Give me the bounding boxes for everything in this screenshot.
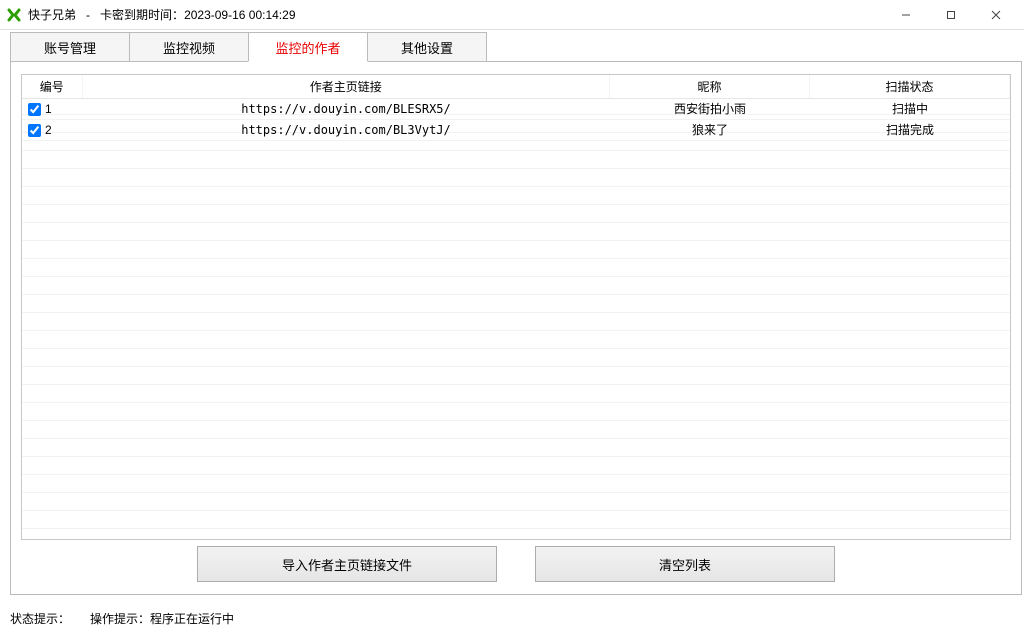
table-row[interactable]: 2https://v.douyin.com/BL3VytJ/狼来了扫描完成 (22, 120, 1010, 141)
status-hint-label: 操作提示： (90, 610, 150, 627)
status-hint-text: 程序正在运行中 (150, 610, 234, 627)
tab-monitor-video[interactable]: 监控视频 (129, 32, 249, 62)
table-stripes (22, 97, 1010, 539)
cell-url[interactable]: https://v.douyin.com/BLESRX5/ (82, 99, 610, 120)
cell-nickname[interactable]: 狼来了 (610, 120, 810, 141)
col-status-header[interactable]: 扫描状态 (810, 75, 1010, 99)
tab-panel: 编号 作者主页链接 昵称 扫描状态 1https://v.douyin.com/… (10, 61, 1022, 595)
button-row: 导入作者主页链接文件 清空列表 (21, 546, 1011, 586)
app-icon (6, 7, 22, 23)
row-checkbox[interactable] (28, 124, 41, 137)
clear-list-button[interactable]: 清空列表 (535, 546, 835, 582)
col-index-header[interactable]: 编号 (22, 75, 82, 99)
col-url-header[interactable]: 作者主页链接 (82, 75, 610, 99)
cell-url[interactable]: https://v.douyin.com/BL3VytJ/ (82, 120, 610, 141)
table-row[interactable]: 1https://v.douyin.com/BLESRX5/西安街拍小雨扫描中 (22, 99, 1010, 120)
cell-status[interactable]: 扫描完成 (810, 120, 1010, 141)
authors-table[interactable]: 编号 作者主页链接 昵称 扫描状态 1https://v.douyin.com/… (21, 74, 1011, 540)
row-checkbox[interactable] (28, 103, 41, 116)
tab-other-settings[interactable]: 其他设置 (367, 32, 487, 62)
import-links-button[interactable]: 导入作者主页链接文件 (197, 546, 497, 582)
cell-index[interactable]: 2 (22, 120, 82, 141)
close-button[interactable] (973, 1, 1018, 29)
minimize-button[interactable] (883, 1, 928, 29)
main-frame: 账号管理 监控视频 监控的作者 其他设置 编号 作者主页链接 昵称 扫描状态 (10, 32, 1022, 595)
statusbar: 状态提示： 操作提示： 程序正在运行中 (0, 605, 1024, 631)
col-nickname-header[interactable]: 昵称 (610, 75, 810, 99)
tab-account-management[interactable]: 账号管理 (10, 32, 130, 62)
cell-status[interactable]: 扫描中 (810, 99, 1010, 120)
titlebar: 快子兄弟 - 卡密到期时间：2023-09-16 00:14:29 (0, 0, 1024, 30)
tab-monitored-authors[interactable]: 监控的作者 (248, 32, 368, 62)
status-label: 状态提示： (10, 610, 70, 627)
cell-nickname[interactable]: 西安街拍小雨 (610, 99, 810, 120)
window-title: 快子兄弟 - 卡密到期时间：2023-09-16 00:14:29 (28, 6, 296, 23)
cell-index[interactable]: 1 (22, 99, 82, 120)
tabstrip: 账号管理 监控视频 监控的作者 其他设置 (10, 32, 1022, 64)
maximize-button[interactable] (928, 1, 973, 29)
